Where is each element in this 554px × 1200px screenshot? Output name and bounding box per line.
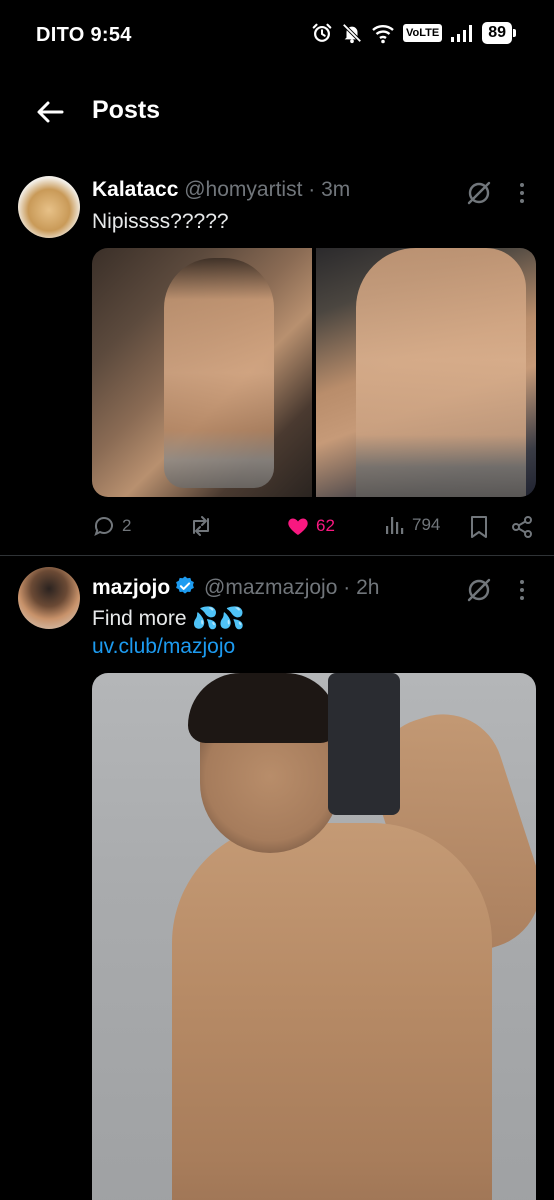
bookmark-icon[interactable] [468,515,490,539]
reply-button[interactable]: 2 [92,514,131,538]
post-actions: 2 62 794 [92,514,536,542]
status-icons: VoLTE 89 [311,22,516,44]
grok-icon[interactable] [466,577,492,603]
post-media-grid[interactable] [92,248,536,497]
status-bar: DITO 9:54 VoLTE 89 [0,0,554,70]
view-count: 794 [412,515,441,534]
top-bar: Posts [0,70,554,154]
views-icon [386,517,404,534]
alarm-icon [312,23,332,42]
grok-icon[interactable] [466,180,492,206]
avatar[interactable] [18,567,80,629]
signal-icon [451,25,473,42]
more-options-icon[interactable] [512,180,532,206]
page-title: Posts [92,96,161,124]
mute-bell-icon [342,23,362,44]
separator-dot: · [308,178,316,201]
post-link[interactable]: uv.club/mazjojo [92,635,235,659]
wifi-icon [372,25,394,44]
like-count: 62 [316,516,335,535]
post-text: Nipissss????? [92,210,229,233]
repost-button[interactable] [188,514,220,538]
share-icon[interactable] [510,515,534,539]
reply-icon [94,517,113,536]
reply-count: 2 [122,516,132,535]
display-name[interactable]: mazjojo [92,576,170,599]
post-item[interactable]: mazjojo @mazmazjojo · 2h Find more 💦💦 uv… [0,557,554,1200]
post-time: 2h [356,576,380,599]
post-photo[interactable] [92,248,312,497]
heart-filled-icon [288,518,308,535]
more-options-icon[interactable] [512,577,532,603]
verified-badge-icon [176,576,195,594]
post-author-line: mazjojo @mazmazjojo · 2h [92,575,379,600]
battery-level: 89 [482,22,512,44]
views-button[interactable]: 794 [384,514,440,536]
post-time: 3m [321,178,351,201]
carrier-time: DITO 9:54 [36,24,132,46]
repost-icon [193,516,209,536]
user-handle[interactable]: @homyartist [184,178,302,201]
user-handle[interactable]: @mazmazjojo [204,576,337,599]
post-author-line: Kalatacc @homyartist · 3m [92,178,350,202]
post-item[interactable]: Kalatacc @homyartist · 3m Nipissss????? … [0,164,554,556]
separator-dot: · [343,576,351,599]
post-photo[interactable] [316,248,536,497]
display-name[interactable]: Kalatacc [92,178,178,201]
like-button[interactable]: 62 [286,514,335,538]
post-photo[interactable] [92,673,536,1200]
post-text: Find more 💦💦 [92,607,245,630]
volte-badge: VoLTE [403,24,443,42]
back-arrow-icon[interactable] [34,96,66,128]
avatar[interactable] [18,176,80,238]
battery-icon: 89 [482,22,516,44]
